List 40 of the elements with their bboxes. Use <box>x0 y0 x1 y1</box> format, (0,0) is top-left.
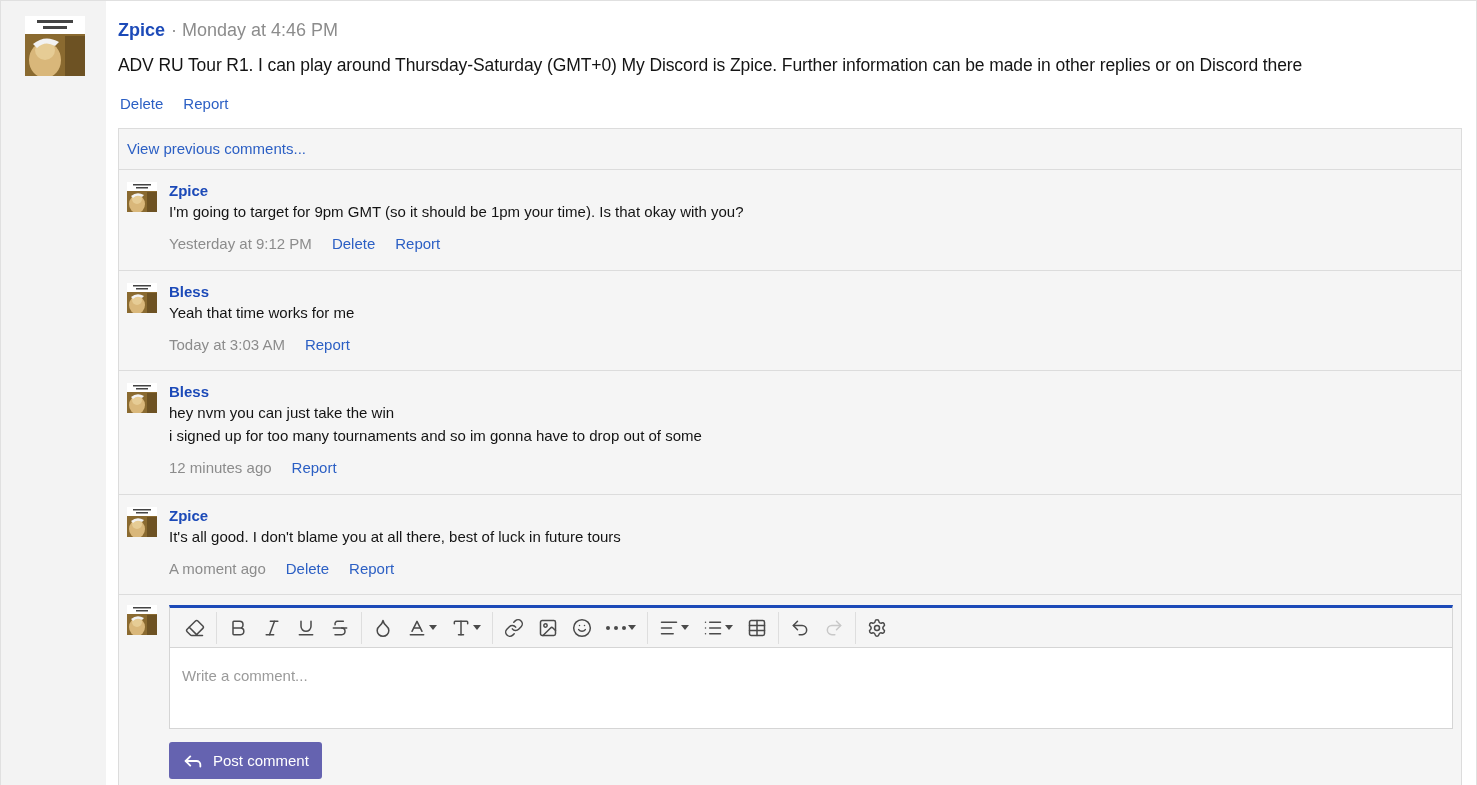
droplet-icon <box>373 617 393 638</box>
comment-text: i signed up for too many tournaments and so im gonna have to drop out of some <box>169 426 702 447</box>
comment-author[interactable]: Zpice <box>169 182 744 201</box>
caret-icon <box>681 625 689 631</box>
action-link[interactable]: Delete <box>331 233 376 256</box>
post-time: · Monday at 4:46 PM <box>171 19 339 42</box>
action-link[interactable]: Report <box>291 457 337 480</box>
comment-field[interactable]: Write a comment... <box>169 648 1453 730</box>
image-icon <box>538 617 558 638</box>
comment-text: It's all good. I don't blame you at all there, best of luck in future tours <box>169 526 621 547</box>
comment-time: A moment ago <box>169 558 266 579</box>
caret-icon <box>725 625 733 631</box>
action-link[interactable]: Delete <box>285 557 330 581</box>
caret-icon <box>429 625 437 631</box>
comment-author[interactable]: Zpice <box>169 506 621 525</box>
more-icon <box>606 625 626 630</box>
action-link[interactable]: Delete <box>120 93 164 116</box>
comment-time: Yesterday at 9:12 PM <box>169 234 312 255</box>
link-icon <box>504 617 524 638</box>
caret-icon <box>628 625 636 631</box>
action-link[interactable]: Report <box>395 233 441 256</box>
comment-time: Today at 3:03 AM <box>169 334 285 355</box>
comment-text: hey nvm you can just take the win <box>169 403 396 424</box>
eraser-icon <box>185 617 205 638</box>
comment-author[interactable]: Bless <box>169 383 702 402</box>
comment-time: 12 minutes ago <box>169 458 272 479</box>
action-link[interactable]: Report <box>183 93 229 116</box>
view-previous-link[interactable]: View previous comments... <box>127 139 306 157</box>
table-icon <box>747 617 767 638</box>
action-link[interactable]: Report <box>304 333 350 357</box>
comment-text: Yeah that time works for me <box>169 302 355 323</box>
comment-author[interactable]: Bless <box>169 282 355 301</box>
caret-icon <box>473 625 481 631</box>
post-comment-button[interactable]: Post comment <box>169 742 322 780</box>
smiley-icon <box>572 617 592 638</box>
author-name[interactable]: Zpice <box>118 17 165 44</box>
comment-text: I'm going to target for 9pm GMT (so it should be 1pm your time). Is that okay with you? <box>169 202 744 223</box>
settings-icon <box>867 617 887 638</box>
action-link[interactable]: Report <box>349 557 395 581</box>
post-text: ADV RU Tour R1. I can play around Thursday-Saturday (GMT+0) My Discord is Zpice. Further information can be made in other replies or on Discord there <box>118 54 1304 77</box>
